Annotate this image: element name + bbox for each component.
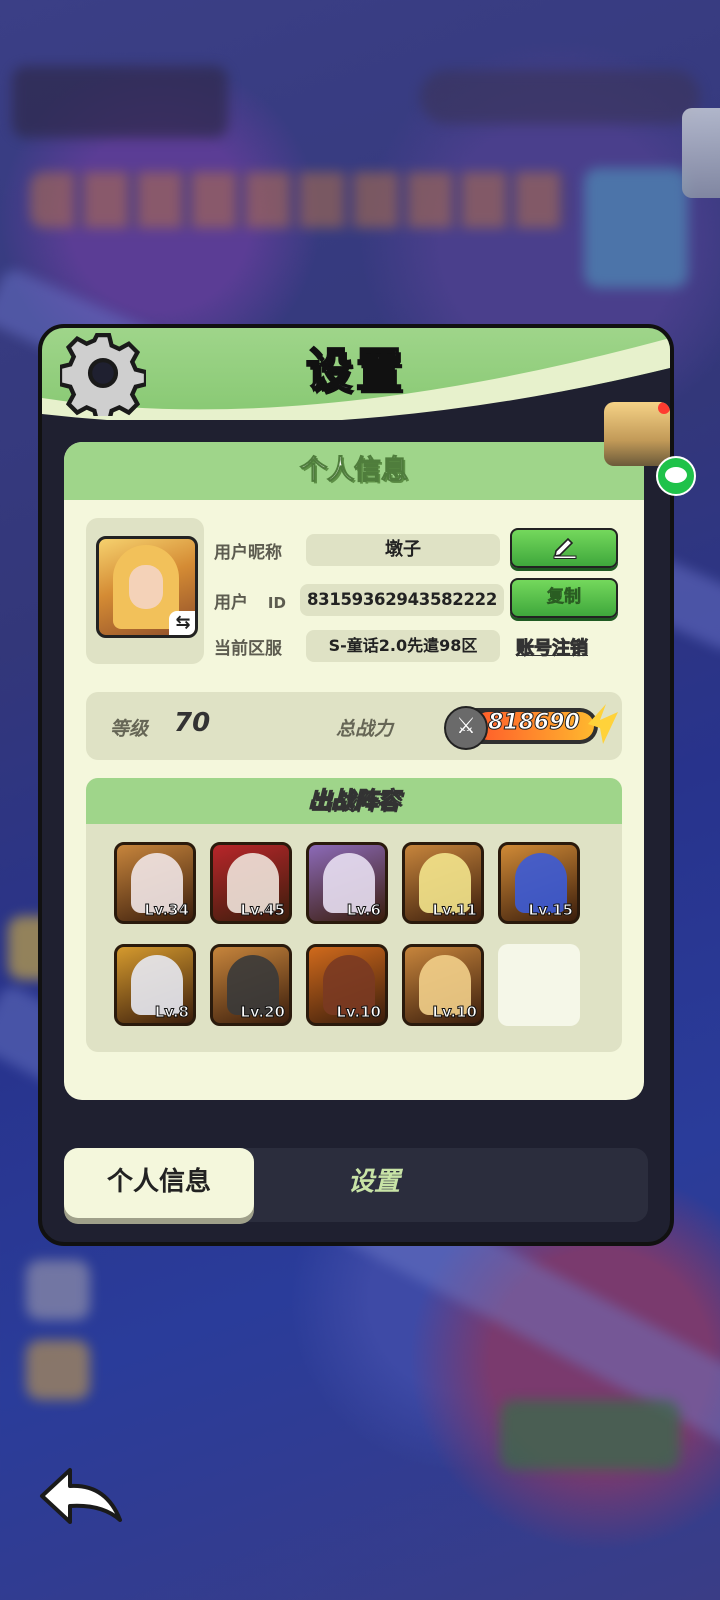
personal-info-heading: 个人信息 xyxy=(64,442,644,500)
delete-account-link[interactable]: 账号注销 xyxy=(516,634,589,660)
hero-slot[interactable]: Lv.8 xyxy=(114,944,196,1026)
lineup-heading: 出战阵容 xyxy=(86,778,622,824)
avatar[interactable]: ⇆ xyxy=(96,536,198,638)
uid-label-suffix: ID xyxy=(267,594,286,612)
edit-nickname-button[interactable] xyxy=(510,528,618,568)
power-badge: ⚔ 818690 xyxy=(444,704,618,750)
wechat-icon[interactable] xyxy=(656,456,696,496)
panel-header: 设置 xyxy=(42,328,670,420)
background-resource-bar xyxy=(420,70,700,124)
pencil-icon xyxy=(553,537,577,559)
avatar-face xyxy=(129,565,163,609)
settings-panel: 设置 个人信息 ⇆ 用户昵称 墩子 用户 ID 8315936294358222… xyxy=(38,324,674,1246)
empty-hero-slot[interactable] xyxy=(498,944,580,1026)
background-left-icon-1 xyxy=(26,1260,90,1320)
level-label: 等级 xyxy=(110,718,149,740)
hero-slot[interactable]: Lv.15 xyxy=(498,842,580,924)
side-character-peek xyxy=(682,108,720,198)
back-arrow-icon xyxy=(40,1468,122,1524)
hero-level: Lv.6 xyxy=(346,901,381,920)
server-field: S-童话2.0先遣98区 xyxy=(306,630,500,662)
background-bottom-panel xyxy=(500,1400,680,1470)
tab-personal-info[interactable]: 个人信息 xyxy=(64,1148,254,1218)
nickname-field: 墩子 xyxy=(306,534,500,566)
power-value: 818690 xyxy=(488,710,581,736)
back-button[interactable] xyxy=(36,1462,128,1532)
hero-level: Lv.15 xyxy=(528,901,574,920)
uid-label-text: 用户 xyxy=(214,593,248,613)
level-value: 70 xyxy=(174,708,211,738)
hero-slot[interactable]: Lv.11 xyxy=(402,842,484,924)
copy-uid-button[interactable]: 复制 xyxy=(510,578,618,618)
flame-icon xyxy=(588,704,618,744)
personal-info-card: 个人信息 ⇆ 用户昵称 墩子 用户 ID 83159362943582222 复… xyxy=(64,442,644,1100)
hero-level: Lv.11 xyxy=(432,901,478,920)
background-minimap xyxy=(584,168,688,288)
nickname-label: 用户昵称 xyxy=(214,543,282,563)
avatar-frame: ⇆ xyxy=(86,518,204,664)
uid-field: 83159362943582222 xyxy=(300,584,504,616)
crossed-swords-icon: ⚔ xyxy=(444,706,488,750)
background-player-hud xyxy=(12,66,228,138)
server-label: 当前区服 xyxy=(214,639,282,659)
power-label: 总战力 xyxy=(336,718,394,740)
lineup-box: 出战阵容 Lv.34 Lv.45 Lv.6 Lv.11 Lv.15 Lv.8 Lv.20 Lv… xyxy=(86,778,622,1052)
hero-level: Lv.10 xyxy=(432,1003,478,1022)
hero-level: Lv.34 xyxy=(144,901,190,920)
hero-level: Lv.10 xyxy=(336,1003,382,1022)
uid-label: 用户 ID xyxy=(214,588,286,613)
background-left-icon-2 xyxy=(26,1340,90,1400)
hero-slot[interactable]: Lv.10 xyxy=(402,944,484,1026)
hero-slot[interactable]: Lv.34 xyxy=(114,842,196,924)
hero-level: Lv.8 xyxy=(154,1003,189,1022)
tab-settings[interactable]: 设置 xyxy=(314,1148,434,1218)
swap-avatar-icon[interactable]: ⇆ xyxy=(169,611,195,635)
hero-slot[interactable]: Lv.20 xyxy=(210,944,292,1026)
hero-level: Lv.20 xyxy=(240,1003,286,1022)
hero-slot[interactable]: Lv.10 xyxy=(306,944,388,1026)
notification-dot xyxy=(658,402,670,414)
hero-slot[interactable]: Lv.6 xyxy=(306,842,388,924)
hero-slot[interactable]: Lv.45 xyxy=(210,842,292,924)
page-title: 设置 xyxy=(305,342,406,398)
hero-level: Lv.45 xyxy=(240,901,286,920)
friend-avatar[interactable] xyxy=(604,402,670,466)
stats-box: 等级 70 总战力 ⚔ 818690 xyxy=(86,692,622,760)
background-menu-icons xyxy=(30,172,570,228)
tab-bar: 个人信息 设置 xyxy=(64,1148,648,1222)
